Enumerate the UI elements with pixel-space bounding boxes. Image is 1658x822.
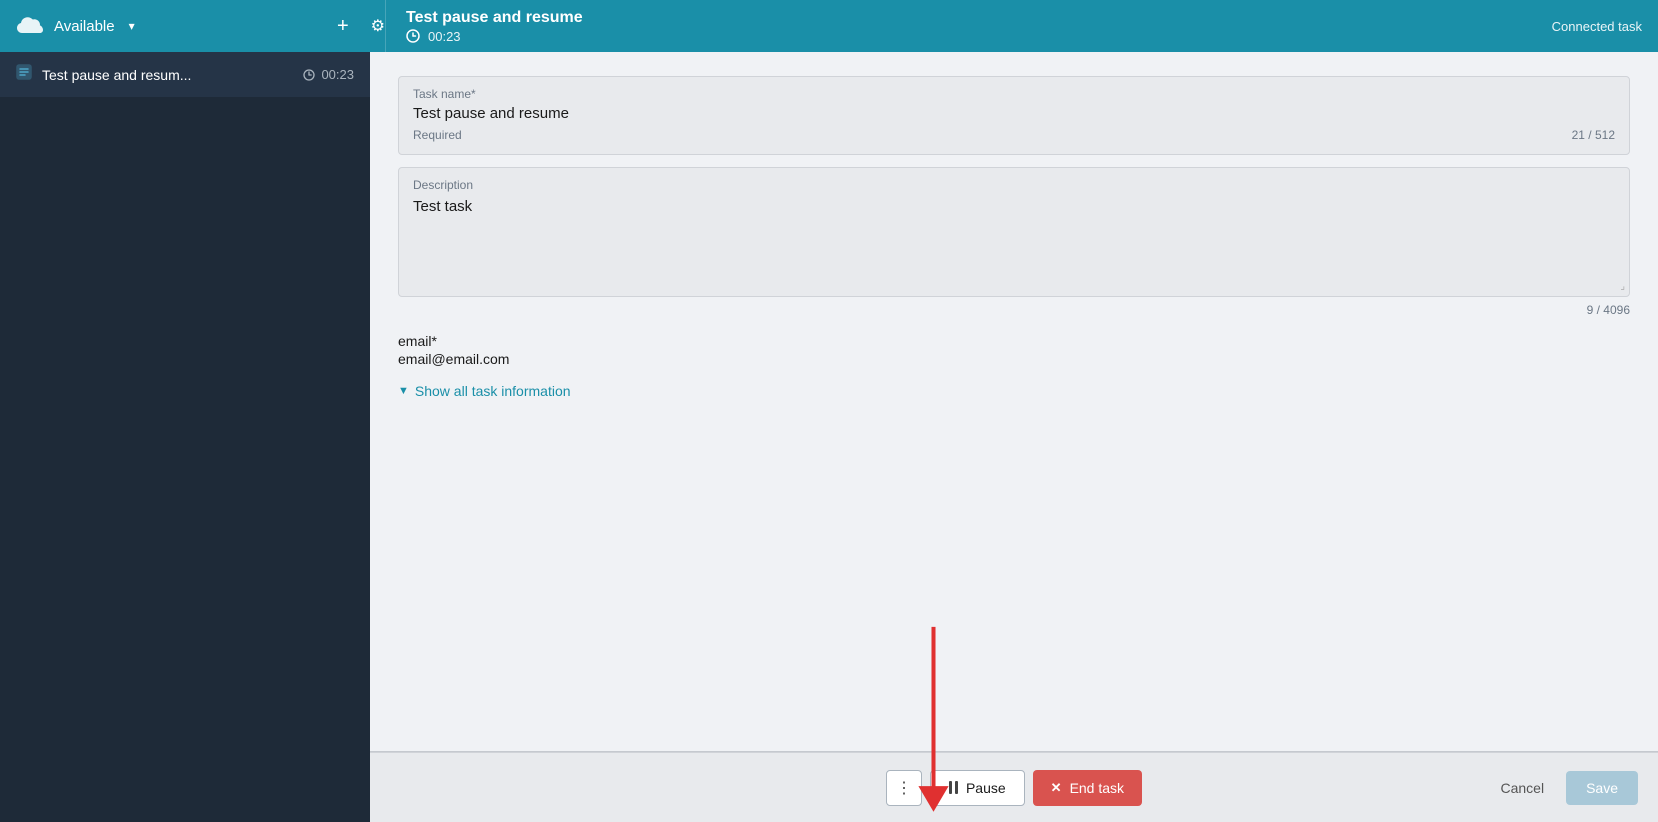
status-label: Available [54, 18, 115, 35]
show-all-chevron-icon: ▼ [398, 385, 409, 397]
end-task-button[interactable]: ✕ End task [1033, 770, 1142, 806]
cloud-icon [16, 15, 44, 37]
header-task-info: Test pause and resume 00:23 [406, 9, 583, 44]
task-name-footer: Required 21 / 512 [413, 128, 1615, 142]
sidebar-task-name: Test pause and resum... [42, 67, 293, 83]
task-name-label: Task name* [413, 87, 1615, 101]
email-value: email@email.com [398, 351, 1630, 367]
pause-label: Pause [966, 780, 1006, 796]
end-task-label: End task [1070, 780, 1124, 796]
description-field[interactable]: Description Test task ⌟ [398, 167, 1630, 297]
show-all-row[interactable]: ▼ Show all task information [398, 383, 1630, 399]
pause-bar-left [949, 781, 952, 794]
main-container: Test pause and resum... 00:23 Task name*… [0, 52, 1658, 822]
email-section: email* email@email.com [398, 333, 1630, 367]
header-timer-value: 00:23 [428, 29, 461, 44]
connected-task-label: Connected task [1552, 19, 1642, 34]
action-bar: ⋮ Pause ✕ End task Cancel Save [370, 752, 1658, 822]
description-label: Description [413, 178, 1615, 192]
timer-clock-icon [406, 29, 423, 43]
settings-icon[interactable]: ⚙ [371, 16, 385, 36]
task-name-value: Test pause and resume [413, 105, 1615, 122]
cancel-button[interactable]: Cancel [1488, 774, 1556, 802]
pause-button[interactable]: Pause [930, 770, 1025, 806]
header-task-name: Test pause and resume [406, 9, 583, 27]
action-bar-right: Cancel Save [1488, 771, 1638, 805]
pause-bar-right [955, 781, 958, 794]
task-icon [16, 64, 32, 85]
sidebar-header: Available ▾ + ⚙ [16, 0, 386, 52]
sidebar: Test pause and resum... 00:23 [0, 52, 370, 822]
save-button[interactable]: Save [1566, 771, 1638, 805]
task-name-field[interactable]: Task name* Test pause and resume Require… [398, 76, 1630, 155]
description-value: Test task [413, 198, 1615, 215]
status-chevron-icon[interactable]: ▾ [129, 19, 135, 33]
resize-handle-icon: ⌟ [1620, 281, 1625, 292]
pause-icon [949, 781, 958, 794]
header-timer: 00:23 [406, 29, 583, 44]
task-name-required: Required [413, 128, 462, 142]
top-header: Available ▾ + ⚙ Test pause and resume 00… [0, 0, 1658, 52]
content-inner: Task name* Test pause and resume Require… [370, 52, 1658, 822]
more-options-button[interactable]: ⋮ [886, 770, 922, 806]
sidebar-task-item[interactable]: Test pause and resum... 00:23 [0, 52, 370, 97]
add-button[interactable]: + [337, 15, 349, 38]
description-count: 9 / 4096 [1587, 303, 1630, 317]
email-label: email* [398, 333, 1630, 349]
task-name-count: 21 / 512 [1572, 128, 1615, 142]
show-all-link[interactable]: Show all task information [415, 383, 571, 399]
header-main: Test pause and resume 00:23 Connected ta… [386, 9, 1642, 44]
sidebar-task-timer: 00:23 [303, 67, 354, 82]
end-task-x-icon: ✕ [1051, 780, 1062, 796]
desc-count-row: 9 / 4096 [398, 301, 1630, 317]
form-area: Task name* Test pause and resume Require… [370, 52, 1658, 751]
content-panel: Task name* Test pause and resume Require… [370, 52, 1658, 822]
